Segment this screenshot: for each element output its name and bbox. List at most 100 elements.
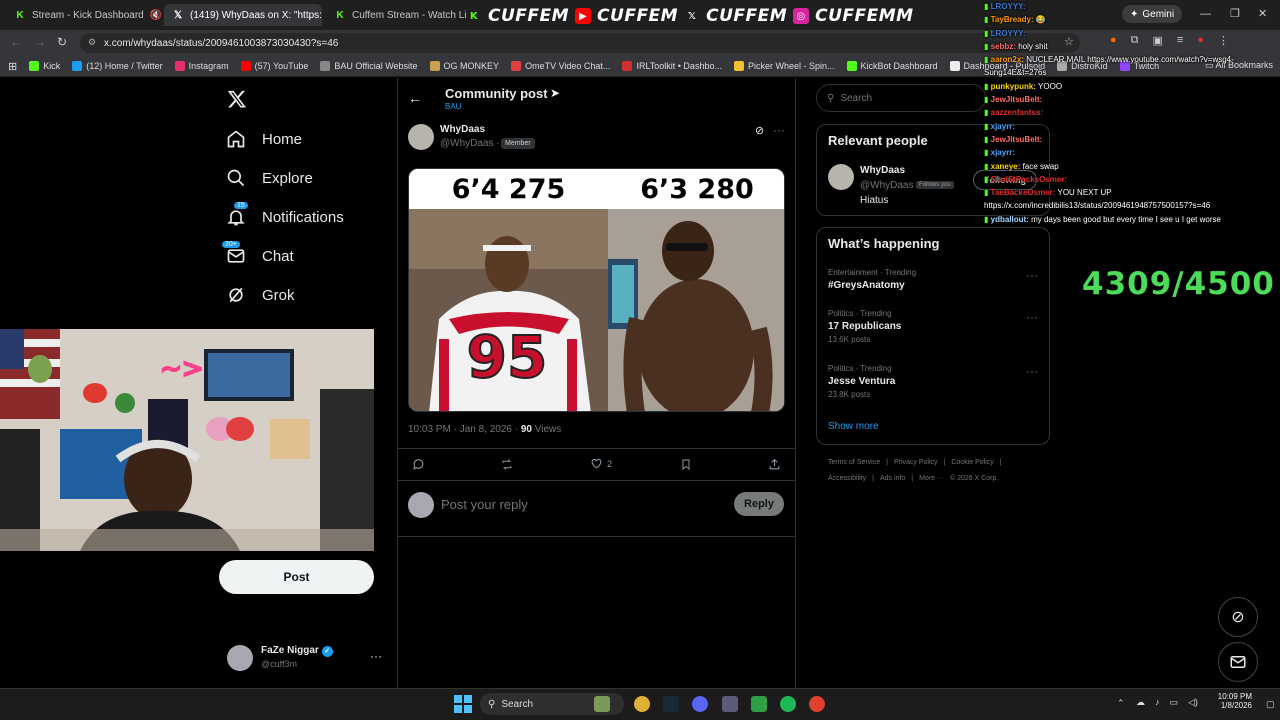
cloud-icon[interactable]: ☁ — [1136, 697, 1145, 708]
post-button[interactable]: Post — [219, 560, 374, 594]
app-icon[interactable] — [751, 696, 767, 712]
bookmark-item[interactable]: (12) Home / Twitter — [72, 61, 163, 71]
mic-icon[interactable]: ♪ — [1155, 697, 1160, 708]
chat-username: LROYYY: — [990, 28, 1026, 38]
like-count: 2 — [607, 458, 613, 469]
clock[interactable]: 10:09 PM 1/8/2026 — [1212, 692, 1252, 710]
more-icon[interactable]: ··· — [370, 649, 382, 663]
nav-explore[interactable]: Explore — [226, 168, 313, 188]
community-name[interactable]: BAU — [445, 102, 461, 111]
chat-badge-icon: ▮ — [984, 134, 991, 144]
reply-button[interactable]: Reply — [734, 492, 784, 516]
steam-icon[interactable] — [663, 696, 679, 712]
separator: | — [886, 459, 888, 466]
app-icon[interactable] — [722, 696, 738, 712]
discord-icon[interactable] — [692, 696, 708, 712]
chat-badge-icon: ▮ — [984, 55, 991, 65]
nav-home[interactable]: Home — [226, 129, 302, 149]
chat-badge-icon: ▮ — [984, 81, 991, 91]
chat-badge-icon: ▮ — [984, 188, 991, 198]
bookmark-item[interactable]: Picker Wheel - Spin... — [733, 61, 835, 71]
bookmark-item[interactable]: OmeTV Video Chat... — [511, 61, 610, 71]
bookmark-item[interactable]: IRLToolkit • Dashbo... — [622, 61, 722, 71]
mute-icon[interactable]: 🔇 — [150, 9, 162, 21]
account-switcher[interactable]: FaZe Niggar ✓ @cuff3m ··· — [227, 645, 397, 673]
reload-icon[interactable]: ↻ — [57, 35, 67, 49]
bookmark-item[interactable]: (57) YouTube — [240, 61, 308, 71]
trend-item[interactable]: Politics · Trending 17 Republicans 13.6K… — [828, 309, 901, 344]
person-avatar[interactable] — [828, 164, 854, 190]
bookmark-item[interactable]: Kick — [29, 61, 60, 71]
author-avatar[interactable] — [408, 124, 434, 150]
bookmark-icon[interactable] — [680, 458, 692, 471]
pinned-app-icon[interactable] — [594, 696, 610, 712]
monitor-icon[interactable]: ▭ — [1170, 697, 1179, 708]
more-icon[interactable]: ··· — [1026, 310, 1038, 324]
account-name: FaZe Niggar ✓ — [261, 645, 333, 657]
webcam-scene: ~> — [0, 329, 374, 551]
privacy-link[interactable]: Privacy Policy — [894, 459, 938, 466]
cookie-link[interactable]: Cookie Policy — [951, 459, 993, 466]
more-icon[interactable]: ··· — [1026, 364, 1038, 378]
kick-icon: K — [469, 10, 479, 22]
accessibility-link[interactable]: Accessibility — [828, 475, 866, 482]
reply-input[interactable]: Post your reply — [441, 497, 528, 512]
terms-link[interactable]: Terms of Service — [828, 459, 880, 466]
chat-username: xjayrr: — [990, 121, 1016, 131]
timestamp-text[interactable]: 10:03 PM · Jan 8, 2026 · — [408, 424, 518, 435]
chat-username: LROYYY: — [990, 2, 1026, 11]
like-button[interactable]: 2 — [590, 457, 612, 470]
search-input[interactable]: ⚲ Search — [816, 84, 986, 112]
chat-message: ▮ xjayrr: — [984, 146, 1280, 159]
apps-icon[interactable]: ⊞ — [8, 60, 17, 73]
spotify-icon[interactable] — [780, 696, 796, 712]
notification-icon[interactable]: ▢ — [1266, 699, 1275, 710]
share-icon[interactable] — [768, 458, 781, 471]
x-logo-icon[interactable] — [227, 89, 247, 109]
site-info-icon[interactable]: ⚙ — [88, 37, 96, 48]
chrome-icon[interactable] — [634, 696, 650, 712]
chrome-active-icon[interactable] — [809, 696, 825, 712]
author-handle[interactable]: @WhyDaas · — [440, 138, 500, 149]
more-icon[interactable]: ··· — [1026, 268, 1038, 282]
more-link[interactable]: More ··· — [919, 475, 944, 482]
bookmark-label: Picker Wheel - Spin... — [747, 61, 835, 71]
chat-username: TayBready: — [990, 15, 1034, 25]
stream-banner: K CUFFEM ▶ CUFFEM 𝕏 CUFFEM ◎ CUFFEMM — [466, 6, 914, 26]
ads-info-link[interactable]: Ads info — [880, 475, 905, 482]
url-field[interactable]: ⚙ x.com/whydaas/status/20094610038730304… — [80, 33, 1080, 53]
chevron-up-icon[interactable]: ⌃ — [1117, 698, 1125, 709]
bookmark-label: IRLToolkit • Dashbo... — [636, 61, 722, 71]
chat-badge-icon: ▮ — [984, 15, 991, 25]
start-icon[interactable] — [454, 695, 472, 713]
back-arrow-icon[interactable]: ← — [408, 90, 422, 106]
author-name[interactable]: WhyDaas — [440, 124, 485, 135]
person-name[interactable]: WhyDaas — [860, 165, 905, 176]
chat-username: aazzenfantss: — [990, 108, 1044, 118]
grok-icon[interactable]: ⊘ — [755, 124, 764, 137]
reply-icon[interactable] — [412, 458, 425, 471]
tab-cuffem-stream[interactable]: K Cuffem Stream - Watch Live on — [326, 4, 466, 26]
bookmark-item[interactable]: Instagram — [174, 61, 229, 71]
bookmark-item[interactable]: OG MONKEY — [429, 61, 499, 71]
trend-item[interactable]: Entertainment · Trending #GreysAnatomy — [828, 268, 916, 291]
more-icon[interactable]: ··· — [773, 123, 785, 137]
messages-fab[interactable] — [1218, 642, 1258, 682]
chat-badge-icon: ▮ — [984, 95, 991, 105]
grok-fab[interactable]: ⊘ — [1218, 597, 1258, 637]
nav-chat[interactable]: 20+ Chat — [222, 241, 294, 266]
repost-icon[interactable] — [500, 458, 514, 471]
bookmark-item[interactable]: BAU Official Website — [320, 61, 418, 71]
bookmark-item[interactable]: KickBot Dashboard — [846, 61, 938, 71]
post-media[interactable]: 6’4 275 6’3 280 95 — [408, 168, 785, 412]
show-more-link[interactable]: Show more — [828, 421, 879, 432]
forward-icon[interactable]: → — [34, 35, 46, 49]
nav-grok[interactable]: Grok — [226, 285, 295, 305]
trend-item[interactable]: Politics · Trending Jesse Ventura 23.8K … — [828, 364, 895, 399]
tab-kick-dashboard[interactable]: K Stream - Kick Dashboard 🔇 ✕ — [6, 4, 162, 26]
back-icon[interactable]: ← — [10, 35, 22, 49]
tab-x-post[interactable]: 𝕏 (1419) WhyDaas on X: "https:// ✕ — [164, 4, 322, 26]
volume-icon[interactable]: ◁) — [1188, 697, 1198, 708]
nav-notifications[interactable]: 15 Notifications — [226, 202, 344, 227]
trend-category: Politics · Trending — [828, 364, 892, 373]
